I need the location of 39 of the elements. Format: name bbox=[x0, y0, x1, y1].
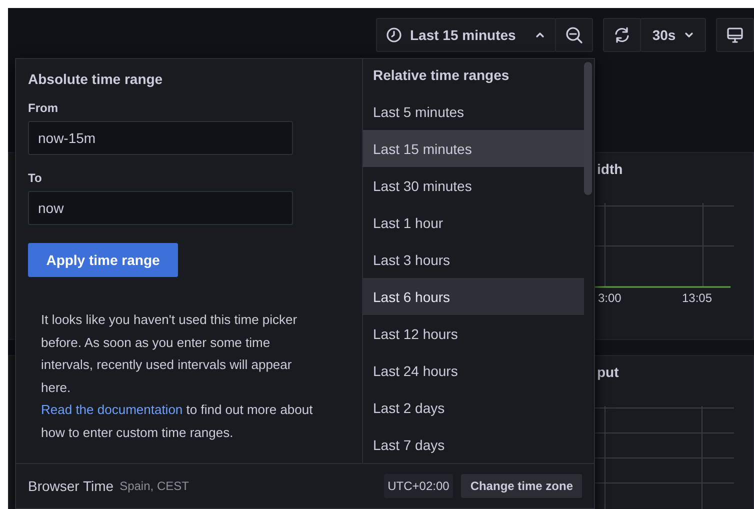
section-title: Absolute time range bbox=[28, 71, 164, 87]
timezone-label: Browser Time bbox=[28, 478, 114, 494]
timezone-detail: Spain, CEST bbox=[120, 479, 190, 493]
axis-tick-label: 13:05 bbox=[682, 291, 712, 305]
time-range-option[interactable]: Last 7 days bbox=[363, 426, 584, 463]
monitor-icon bbox=[726, 26, 744, 44]
time-range-option[interactable]: Last 2 days bbox=[363, 389, 584, 426]
scrollbar-thumb[interactable] bbox=[584, 62, 592, 195]
change-time-zone-button[interactable]: Change time zone bbox=[461, 474, 582, 498]
time-range-option[interactable]: Last 24 hours bbox=[363, 352, 584, 389]
time-range-option[interactable]: Last 1 hour bbox=[363, 204, 584, 241]
clock-icon bbox=[386, 27, 402, 43]
time-range-button[interactable]: Last 15 minutes bbox=[376, 18, 556, 52]
time-range-option[interactable]: Last 6 hours bbox=[363, 278, 584, 315]
time-range-option[interactable]: Last 15 minutes bbox=[363, 130, 584, 167]
tv-mode-button[interactable] bbox=[716, 18, 754, 52]
info-text: It looks like you haven't used this time picker before. As soon as you enter some time intervals, recently used intervals will appear here. bbox=[40, 311, 298, 396]
refresh-interval-button[interactable]: 30s bbox=[640, 18, 706, 52]
to-input-field[interactable]: now bbox=[28, 191, 293, 225]
axis-tick-label: 3:00 bbox=[598, 291, 622, 305]
field-label: From bbox=[28, 101, 59, 115]
apply-time-range-button[interactable]: Apply time range bbox=[28, 243, 178, 277]
section-title: Relative time ranges bbox=[372, 67, 510, 83]
refresh-icon bbox=[613, 26, 631, 44]
refresh-button[interactable] bbox=[603, 18, 641, 52]
utc-offset-badge: UTC+02:00 bbox=[384, 474, 454, 498]
time-range-option[interactable]: Last 12 hours bbox=[363, 315, 584, 352]
time-range-option[interactable]: Last 30 minutes bbox=[363, 167, 584, 204]
panel-title: put bbox=[597, 364, 619, 380]
from-input-field[interactable]: now-15m bbox=[28, 121, 293, 155]
documentation-link[interactable]: Read the documentation bbox=[41, 402, 183, 417]
field-label: To bbox=[28, 171, 43, 185]
info-text: Read the documentation to find out more about how to enter custom time ranges. bbox=[40, 401, 314, 442]
panel-title: idth bbox=[597, 161, 623, 177]
zoom-out-button[interactable] bbox=[555, 18, 593, 52]
time-range-option[interactable]: Last 5 minutes bbox=[363, 93, 584, 130]
chevron-down-icon bbox=[684, 30, 694, 40]
time-range-option[interactable]: Last 3 hours bbox=[363, 241, 584, 278]
zoom-out-icon bbox=[565, 26, 583, 44]
